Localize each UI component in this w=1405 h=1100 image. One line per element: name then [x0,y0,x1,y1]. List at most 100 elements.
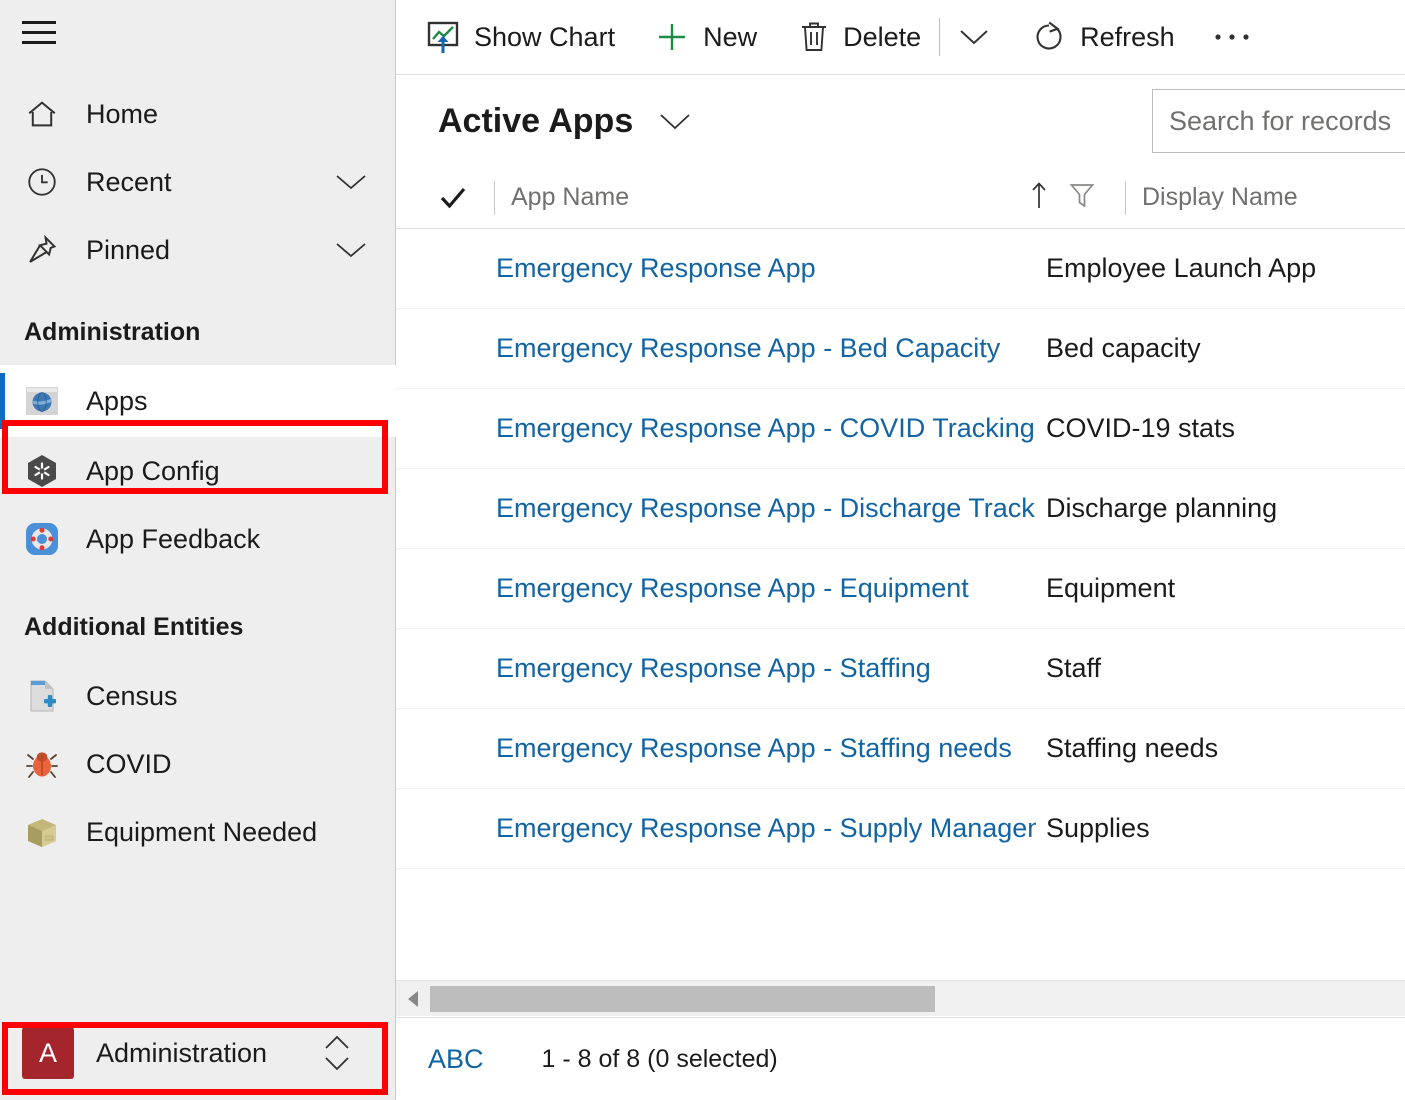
new-label: New [703,21,758,52]
home-icon [22,94,62,134]
cell-app-name: Emergency Response App - Staffing [438,653,1036,684]
more-commands-button[interactable] [946,9,1002,65]
chevron-down-icon [958,26,990,48]
menu-icon-bar [22,41,56,44]
sidebar-item-census[interactable]: Census [0,662,396,730]
app-name-link[interactable]: Emergency Response App - COVID Tracking [496,413,1035,443]
sidebar-item-app-feedback[interactable]: App Feedback [0,505,396,573]
cell-app-name: Emergency Response App - Supply Manageme… [438,813,1036,844]
sidebar-item-label: Apps [86,385,148,416]
menu-icon[interactable] [22,21,56,45]
cell-display-name: Employee Launch App [1046,253,1317,283]
table-row[interactable]: Emergency Response App - Supply Manageme… [396,789,1405,869]
search-box[interactable] [1152,89,1405,153]
sidebar-item-pinned[interactable]: Pinned [0,216,396,284]
table-row[interactable]: Emergency Response App - Discharge Track… [396,469,1405,549]
cell-app-name: Emergency Response App - Bed Capacity [438,333,1036,364]
sort-asc-icon[interactable] [1029,180,1049,215]
app-name-link[interactable]: Emergency Response App - Supply Manageme… [496,813,1036,843]
sidebar-item-label: Equipment Needed [86,816,318,847]
trash-icon [799,20,829,54]
sidebar-item-label: App Config [86,455,220,486]
box-icon [22,812,62,852]
column-header-display-name[interactable]: Display Name [1142,183,1298,212]
app-name-link[interactable]: Emergency Response App [496,253,816,283]
grid-body: Emergency Response App Employee Launch A… [396,229,1405,869]
app-name-link[interactable]: Emergency Response App - Bed Capacity [496,333,1000,363]
app-switcher-label: Administration [96,1037,268,1068]
refresh-button[interactable]: Refresh [1020,9,1187,65]
show-chart-label: Show Chart [474,21,616,52]
sidebar-item-covid[interactable]: COVID [0,730,396,798]
cell-display-name: Staff [1046,653,1102,683]
menu-icon-bar [22,31,56,34]
overflow-button[interactable] [1201,9,1263,65]
table-row[interactable]: Emergency Response App - Staffing Staff [396,629,1405,709]
app-name-link[interactable]: Emergency Response App - Staffing [496,653,931,683]
lifebuoy-icon [22,519,62,559]
delete-button[interactable]: Delete [787,9,933,65]
refresh-label: Refresh [1080,21,1175,52]
search-input[interactable] [1169,105,1405,137]
sidebar-item-app-config[interactable]: App Config [0,437,396,505]
cell-display-name: Bed capacity [1046,333,1201,363]
cell-display-name: Discharge planning [1046,493,1278,523]
app-switcher[interactable]: A Administration [22,1022,374,1084]
command-divider [939,18,941,56]
sidebar-item-apps[interactable]: Apps [0,365,396,437]
refresh-icon [1032,20,1066,54]
show-chart-button[interactable]: Show Chart [414,9,627,65]
caret-left-icon[interactable] [396,981,430,1017]
cell-app-name: Emergency Response App - Discharge Track… [438,493,1036,524]
chevron-down-icon[interactable] [334,233,368,267]
sidebar-item-recent[interactable]: Recent [0,148,396,216]
command-bar: Show Chart New Delete Refresh [396,0,1405,75]
sidebar-item-home[interactable]: Home [0,80,396,148]
table-row[interactable]: Emergency Response App - COVID Tracking … [396,389,1405,469]
up-down-chevron-icon[interactable] [322,1033,352,1073]
chevron-down-icon[interactable] [334,165,368,199]
bug-icon [22,744,62,784]
document-plus-icon [22,676,62,716]
select-all-checkmark-icon[interactable] [438,184,478,212]
app-badge: A [22,1027,74,1079]
table-row[interactable]: Emergency Response App Employee Launch A… [396,229,1405,309]
horizontal-scrollbar[interactable] [396,980,1405,1016]
view-header: Active Apps [396,75,1405,167]
filter-icon[interactable] [1069,181,1095,214]
column-header-app-name[interactable]: App Name [511,180,1109,215]
sidebar-item-label: Census [86,680,178,711]
header-divider [1125,180,1126,215]
view-selector-chevron-down-icon[interactable] [657,109,693,133]
scrollbar-thumb[interactable] [430,985,935,1012]
clock-icon [22,162,62,202]
sidebar-group-title-additional-entities: Additional Entities [24,613,244,641]
column-header-label: App Name [511,183,630,211]
cell-app-name: Emergency Response App [438,253,1036,284]
sidebar-item-label: Home [86,98,159,129]
sidebar-item-equipment-needed[interactable]: Equipment Needed [0,798,396,866]
table-row[interactable]: Emergency Response App - Bed Capacity Be… [396,309,1405,389]
record-count-label: 1 - 8 of 8 (0 selected) [541,1044,778,1073]
sidebar-item-label: COVID [86,748,172,779]
app-name-link[interactable]: Emergency Response App - Equipment [496,573,969,603]
table-row[interactable]: Emergency Response App - Staffing needs … [396,709,1405,789]
header-divider [494,180,495,215]
grid-footer: ABC 1 - 8 of 8 (0 selected) [396,1017,1405,1100]
sidebar-item-label: Recent [86,166,172,197]
app-name-link[interactable]: Emergency Response App - Staffing needs [496,733,1012,763]
ellipsis-icon [1213,31,1251,43]
sidebar-item-label: App Feedback [86,523,261,554]
table-row[interactable]: Emergency Response App - Equipment Equip… [396,549,1405,629]
new-button[interactable]: New [643,9,769,65]
page-title: Active Apps [438,101,634,140]
selection-indicator [0,373,5,429]
cell-app-name: Emergency Response App - Staffing needs [438,733,1036,764]
globe-icon [22,381,62,421]
app-name-link[interactable]: Emergency Response App - Discharge Track… [496,493,1036,523]
delete-label: Delete [843,21,922,52]
alphabet-index-button[interactable]: ABC [428,1044,484,1075]
main-content: Show Chart New Delete Refresh Active App… [396,0,1405,1100]
plus-icon [655,20,689,54]
menu-icon-bar [22,21,56,24]
